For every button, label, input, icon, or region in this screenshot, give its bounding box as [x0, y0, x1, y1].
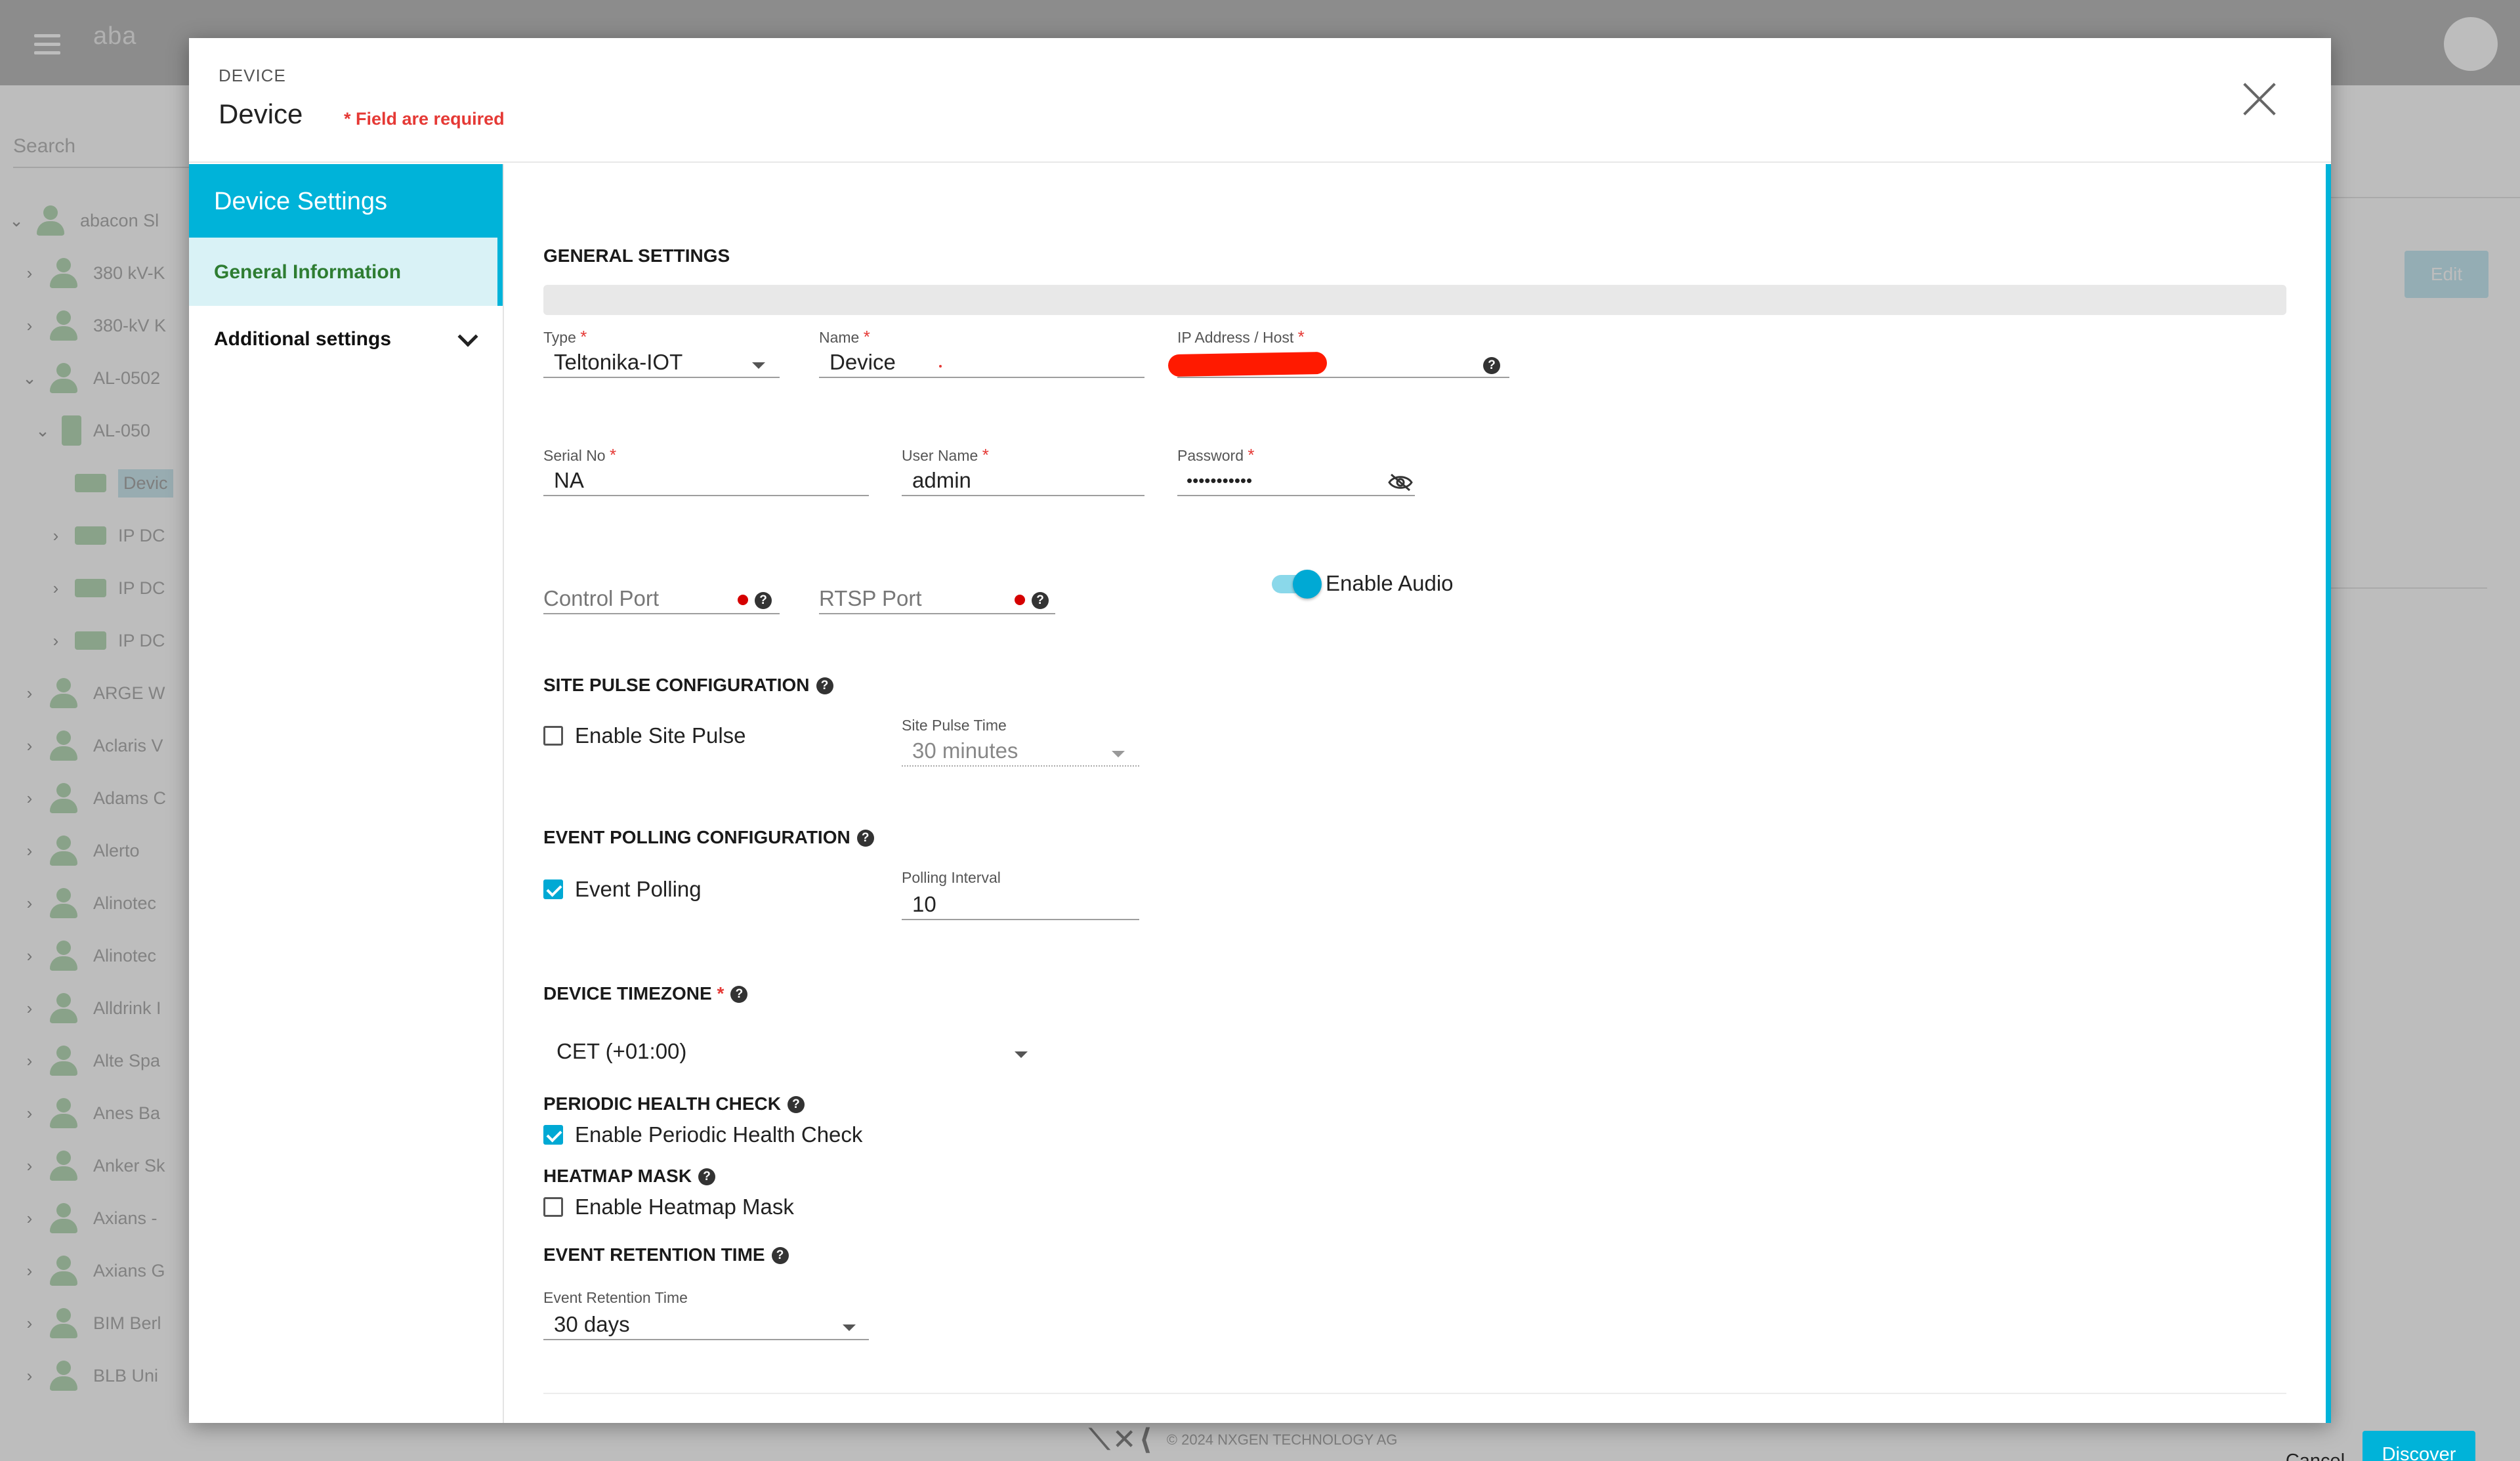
section-heading-heatmap: HEATMAP MASK?	[543, 1166, 716, 1187]
serial-field: Serial No * NA	[543, 445, 869, 496]
type-field: Type * Teltonika-IOT	[543, 327, 780, 378]
help-icon[interactable]: ?	[787, 1096, 805, 1113]
help-icon[interactable]: ?	[856, 830, 874, 847]
help-icon[interactable]: ?	[730, 986, 748, 1003]
toggle-knob	[1293, 570, 1322, 599]
username-label: User Name *	[902, 445, 989, 465]
checkbox-box	[543, 879, 563, 899]
enable-site-pulse-checkbox[interactable]: Enable Site Pulse	[543, 723, 746, 748]
checkbox-label: Event Polling	[575, 877, 702, 901]
caret-down-icon	[752, 362, 765, 369]
help-icon[interactable]: ?	[698, 1168, 716, 1185]
enable-heatmap-checkbox[interactable]: Enable Heatmap Mask	[543, 1195, 794, 1219]
checkbox-box	[543, 1197, 563, 1217]
section-heading-site-pulse: SITE PULSE CONFIGURATION?	[543, 675, 833, 696]
sidebar-item-additional-settings[interactable]: Additional settings	[189, 306, 503, 369]
type-select[interactable]: Teltonika-IOT	[543, 348, 780, 378]
checkbox-label: Enable Heatmap Mask	[575, 1195, 794, 1219]
site-pulse-time-label: Site Pulse Time	[902, 717, 1007, 734]
info-bar	[543, 285, 2286, 315]
timezone-select[interactable]: CET (+01:00)	[543, 1037, 1055, 1067]
required-dot	[1015, 595, 1025, 605]
dialog-header: DEVICE Device * Field are required	[189, 38, 2331, 163]
site-pulse-time-field: Site Pulse Time 30 minutes	[902, 717, 1139, 767]
checkbox-label: Enable Site Pulse	[575, 723, 746, 748]
caret-down-icon	[1015, 1051, 1028, 1058]
event-polling-checkbox[interactable]: Event Polling	[543, 877, 702, 902]
cancel-button[interactable]: Cancel	[2263, 1437, 2368, 1461]
section-heading-text: DEVICE TIMEZONE	[543, 983, 712, 1004]
close-icon[interactable]	[2242, 81, 2277, 117]
enable-audio-toggle[interactable]	[1272, 570, 1324, 599]
sidebar-item-general-information[interactable]: General Information	[189, 238, 503, 306]
name-input[interactable]: Device	[819, 348, 1144, 378]
settings-sidebar: Device Settings General Information Addi…	[189, 164, 504, 1423]
sidebar-header: Device Settings	[189, 164, 503, 238]
help-icon[interactable]: ?	[1483, 357, 1500, 374]
serial-label: Serial No *	[543, 445, 617, 465]
retention-select[interactable]: 30 days	[543, 1310, 869, 1340]
cursor-marker	[939, 365, 942, 368]
site-pulse-time-select[interactable]: 30 minutes	[902, 736, 1139, 767]
checkbox-box	[543, 726, 563, 746]
polling-interval-field: Polling Interval 10	[902, 869, 1139, 920]
polling-interval-label: Polling Interval	[902, 869, 1001, 886]
ip-address-label: IP Address / Host *	[1177, 327, 1305, 347]
section-heading-general: GENERAL SETTINGS	[543, 245, 730, 266]
settings-content: GENERAL SETTINGS Type * Teltonika-IOT Na…	[504, 164, 2475, 1461]
type-label: Type *	[543, 327, 587, 347]
name-field: Name * Device	[819, 327, 1144, 378]
enable-health-check-checkbox[interactable]: Enable Periodic Health Check	[543, 1122, 862, 1147]
section-heading-health-check: PERIODIC HEALTH CHECK?	[543, 1093, 805, 1114]
help-icon[interactable]: ?	[771, 1247, 789, 1264]
section-heading-text: HEATMAP MASK	[543, 1166, 692, 1186]
password-label: Password *	[1177, 445, 1255, 465]
scrollbar[interactable]	[2326, 164, 2331, 1423]
section-heading-retention: EVENT RETENTION TIME?	[543, 1244, 789, 1265]
sidebar-item-label: Additional settings	[214, 328, 391, 350]
section-heading-text: GENERAL SETTINGS	[543, 245, 730, 266]
help-icon[interactable]: ?	[755, 592, 772, 609]
section-heading-event-polling: EVENT POLLING CONFIGURATION?	[543, 827, 874, 848]
password-field: Password * •••••••••••	[1177, 445, 1415, 496]
sidebar-item-label: General Information	[214, 261, 402, 283]
retention-field: Event Retention Time 30 days	[543, 1289, 869, 1340]
checkbox-label: Enable Periodic Health Check	[575, 1122, 863, 1147]
username-field: User Name * admin	[902, 445, 1144, 496]
section-heading-text: SITE PULSE CONFIGURATION	[543, 675, 810, 695]
name-label: Name *	[819, 327, 870, 347]
device-dialog: DEVICE Device * Field are required Devic…	[189, 38, 2475, 1461]
serial-input[interactable]: NA	[543, 466, 869, 496]
retention-label: Event Retention Time	[543, 1289, 688, 1306]
caret-down-icon	[843, 1324, 856, 1331]
footer-divider	[543, 1393, 2286, 1394]
discover-button[interactable]: Discover	[2362, 1431, 2475, 1461]
section-heading-timezone: DEVICE TIMEZONE *?	[543, 983, 748, 1004]
help-icon[interactable]: ?	[1032, 592, 1049, 609]
enable-audio-label: Enable Audio	[1326, 571, 1454, 595]
polling-interval-input[interactable]: 10	[902, 890, 1139, 920]
section-heading-text: EVENT POLLING CONFIGURATION	[543, 827, 850, 847]
eye-off-icon[interactable]	[1387, 473, 1414, 492]
caret-down-icon	[1112, 751, 1125, 757]
dialog-title: Device	[219, 98, 303, 129]
required-dot	[738, 595, 748, 605]
password-input[interactable]: •••••••••••	[1177, 466, 1415, 496]
dialog-kicker: DEVICE	[219, 66, 286, 85]
section-heading-text: EVENT RETENTION TIME	[543, 1244, 765, 1265]
redaction-mark	[1167, 351, 1328, 377]
checkbox-box	[543, 1125, 563, 1145]
section-heading-text: PERIODIC HEALTH CHECK	[543, 1093, 781, 1114]
username-input[interactable]: admin	[902, 466, 1144, 496]
required-note: * Field are required	[344, 109, 505, 129]
help-icon[interactable]: ?	[816, 677, 833, 694]
ip-address-field: IP Address / Host * ?	[1167, 327, 1509, 378]
chevron-down-icon	[457, 326, 478, 347]
